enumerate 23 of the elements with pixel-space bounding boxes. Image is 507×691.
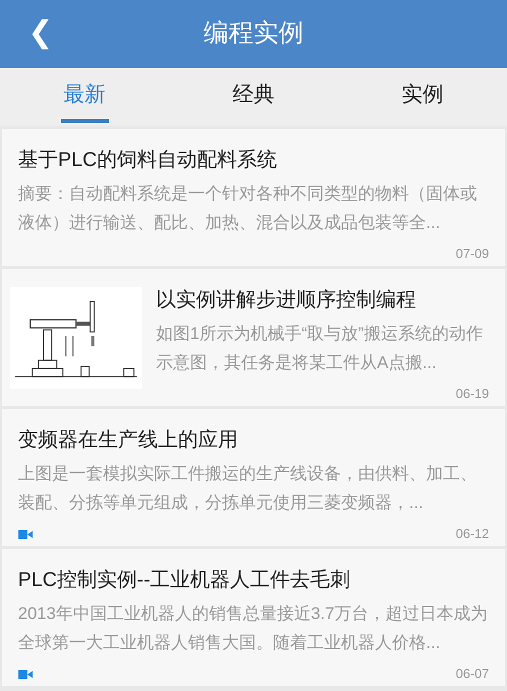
article-date: 06-07 xyxy=(456,665,489,684)
article-summary: 如图1所示为机械手“取与放”搬运系统的动作示意图，其任务是将某工件从A点搬... xyxy=(156,323,484,374)
tab[interactable]: 实例 xyxy=(338,68,507,126)
article-card[interactable]: 以实例讲解步进顺序控制编程 如图1所示为机械手“取与放”搬运系统的动作示意图，其任务是将某工件从A点搬... 06-19 xyxy=(2,269,505,406)
article-title: PLC控制实例--工业机器人工件去毛刺 xyxy=(18,568,352,593)
page-title: 编程实例 xyxy=(204,18,304,50)
article-date: 07-09 xyxy=(456,245,489,264)
article-title: 变频器在生产线上的应用 xyxy=(18,428,239,453)
article-summary: 2013年中国工业机器人的销售总量接近3.7万台，超过日本成为全球第一大工业机器人销售大国。随着工业机器人价格... xyxy=(18,603,488,654)
video-camera-icon xyxy=(18,670,33,678)
article-date: 06-19 xyxy=(456,385,489,404)
back-button[interactable]: ❮ xyxy=(28,14,53,52)
article-card[interactable]: 基于PLC的饲料自动配料系统 摘要：自动配料系统是一个针对各种不同类型的物料（固体或液体）进行输送、配比、加热、混合以及成品包装等全... 07-09 xyxy=(2,129,505,266)
video-camera-icon xyxy=(18,530,33,538)
tab[interactable]: 最新 xyxy=(0,68,169,126)
tab[interactable]: 经典 xyxy=(169,68,338,126)
article-card[interactable]: PLC控制实例--工业机器人工件去毛刺 2013年中国工业机器人的销售总量接近3.7万台，超过日本成为全球第一大工业机器人销售大国。随着工业机器人价格... 06-07 xyxy=(2,549,505,686)
article-card[interactable]: 变频器在生产线上的应用 上图是一套模拟实际工件搬运的生产线设备，由供料、加工、装配、分拣等单元组成，分拣单元使用三菱变频器，... 06-12 xyxy=(2,409,505,546)
article-title: 基于PLC的饲料自动配料系统 xyxy=(18,148,278,173)
article-summary: 摘要：自动配料系统是一个针对各种不同类型的物料（固体或液体）进行输送、配比、加热、混合以及成品包装等全... xyxy=(18,183,478,234)
article-summary: 上图是一套模拟实际工件搬运的生产线设备，由供料、加工、装配、分拣等单元组成，分拣单元使用三菱变频器，... xyxy=(18,463,478,514)
article-title: 以实例讲解步进顺序控制编程 xyxy=(156,288,417,313)
article-date: 06-12 xyxy=(456,525,489,544)
